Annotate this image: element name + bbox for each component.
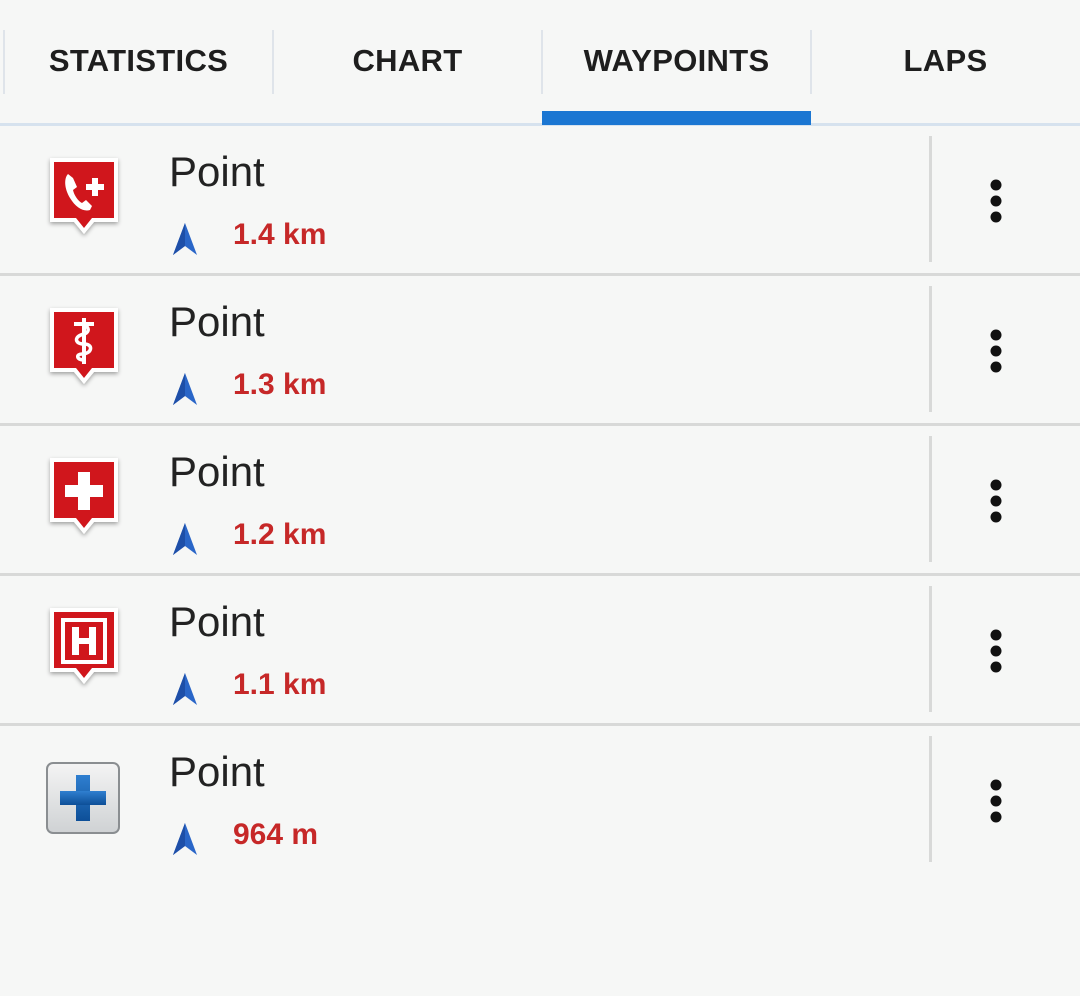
waypoint-row[interactable]: Point 1.2 km	[0, 426, 1080, 576]
blue-cross-icon	[46, 762, 120, 834]
navigation-arrow-icon	[173, 523, 197, 555]
tab-statistics[interactable]: STATISTICS	[4, 0, 273, 126]
row-divider	[929, 736, 932, 862]
emergency-phone-icon	[50, 158, 118, 234]
waypoint-row[interactable]: Point 1.3 km	[0, 276, 1080, 426]
navigation-arrow-icon	[173, 223, 197, 255]
active-tab-indicator	[542, 111, 811, 125]
more-options-button[interactable]	[966, 166, 1026, 236]
waypoint-row[interactable]: Point 1.4 km	[0, 126, 1080, 276]
more-options-button[interactable]	[966, 766, 1026, 836]
waypoint-distance: 1.3 km	[233, 368, 327, 401]
waypoint-title: Point	[169, 598, 265, 645]
waypoint-distance: 1.4 km	[233, 218, 327, 251]
row-divider	[929, 436, 932, 562]
tab-waypoints[interactable]: WAYPOINTS	[542, 0, 811, 126]
tab-bar: STATISTICS CHART WAYPOINTS LAPS	[0, 0, 1080, 126]
waypoint-distance: 964 m	[233, 818, 319, 851]
more-options-button[interactable]	[966, 466, 1026, 536]
navigation-arrow-icon	[173, 373, 197, 405]
waypoint-distance: 1.2 km	[233, 518, 327, 551]
more-vert-icon	[990, 779, 1002, 823]
more-options-button[interactable]	[966, 616, 1026, 686]
tab-divider	[3, 30, 5, 94]
row-divider	[929, 136, 932, 262]
first-aid-cross-icon	[50, 458, 118, 534]
more-options-button[interactable]	[966, 316, 1026, 386]
waypoint-row[interactable]: Point 1.1 km	[0, 576, 1080, 726]
row-divider	[929, 286, 932, 412]
waypoint-distance: 1.1 km	[233, 668, 327, 701]
waypoint-list: Point 1.4 km Point 1.3 km Point 1.2 km P…	[0, 126, 1080, 876]
navigation-arrow-icon	[173, 673, 197, 705]
waypoint-title: Point	[169, 748, 265, 795]
medical-caduceus-icon	[50, 308, 118, 384]
waypoint-title: Point	[169, 148, 265, 195]
more-vert-icon	[990, 179, 1002, 223]
tab-laps[interactable]: LAPS	[811, 0, 1080, 126]
tab-chart[interactable]: CHART	[273, 0, 542, 126]
more-vert-icon	[990, 479, 1002, 523]
hospital-h-icon	[50, 608, 118, 684]
row-divider	[929, 586, 932, 712]
waypoint-title: Point	[169, 448, 265, 495]
navigation-arrow-icon	[173, 823, 197, 855]
waypoint-title: Point	[169, 298, 265, 345]
more-vert-icon	[990, 329, 1002, 373]
waypoint-row[interactable]: Point 964 m	[0, 726, 1080, 876]
more-vert-icon	[990, 629, 1002, 673]
